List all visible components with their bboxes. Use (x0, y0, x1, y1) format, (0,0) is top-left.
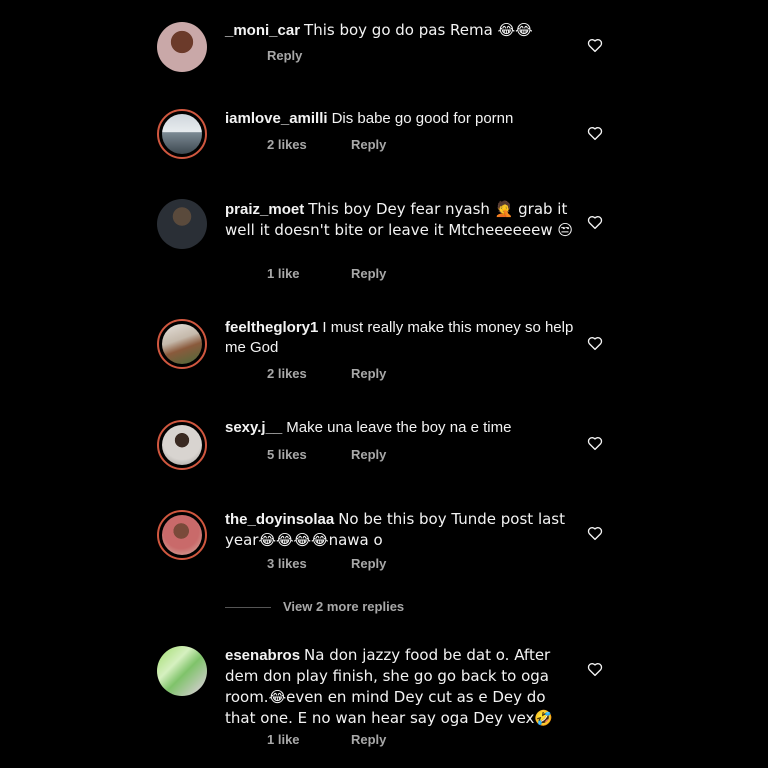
reply-button[interactable]: Reply (351, 137, 386, 153)
likes-count[interactable]: 1 like (267, 732, 351, 748)
likes-count[interactable]: 2 likes (267, 137, 351, 153)
comment-username[interactable]: praiz_moet (225, 201, 304, 218)
avatar[interactable] (157, 109, 207, 159)
heart-outline-icon[interactable] (586, 213, 604, 231)
heart-outline-icon[interactable] (586, 434, 604, 452)
replies-divider (225, 607, 271, 608)
comment-username[interactable]: esenabros (225, 647, 300, 664)
comment-username[interactable]: feeltheglory1 (225, 319, 318, 336)
avatar[interactable] (157, 22, 207, 72)
reply-button[interactable]: Reply (351, 447, 386, 463)
heart-outline-icon[interactable] (586, 524, 604, 542)
avatar[interactable] (157, 199, 207, 249)
comment-username[interactable]: sexy.j__ (225, 419, 282, 436)
comment-text: This boy go do pas Rema 😂😂 (304, 21, 533, 39)
heart-outline-icon[interactable] (586, 660, 604, 678)
avatar[interactable] (157, 510, 207, 560)
comment-username[interactable]: iamlove_amilli (225, 110, 328, 127)
comment-username[interactable]: _moni_car (225, 22, 300, 39)
likes-count[interactable]: 3 likes (267, 556, 351, 572)
reply-button[interactable]: Reply (351, 366, 386, 382)
heart-outline-icon[interactable] (586, 334, 604, 352)
comment-username[interactable]: the_doyinsolaa (225, 511, 334, 528)
comment-text: Dis babe go good for pornn (331, 110, 514, 127)
avatar[interactable] (157, 646, 207, 696)
likes-count[interactable]: 1 like (267, 266, 351, 282)
likes-count[interactable]: 5 likes (267, 447, 351, 463)
reply-button[interactable]: Reply (351, 266, 386, 282)
reply-button[interactable]: Reply (351, 732, 386, 748)
view-more-replies-label[interactable]: View 2 more replies (283, 599, 404, 614)
avatar[interactable] (157, 319, 207, 369)
avatar[interactable] (157, 420, 207, 470)
likes-count[interactable]: 2 likes (267, 366, 351, 382)
heart-outline-icon[interactable] (586, 36, 604, 54)
reply-button[interactable]: Reply (267, 48, 302, 64)
comment-text: Make una leave the boy na e time (286, 419, 512, 436)
comments-screen: _moni_car This boy go do pas Rema 😂😂 Repl… (0, 0, 768, 768)
heart-outline-icon[interactable] (586, 124, 604, 142)
reply-button[interactable]: Reply (351, 556, 386, 572)
